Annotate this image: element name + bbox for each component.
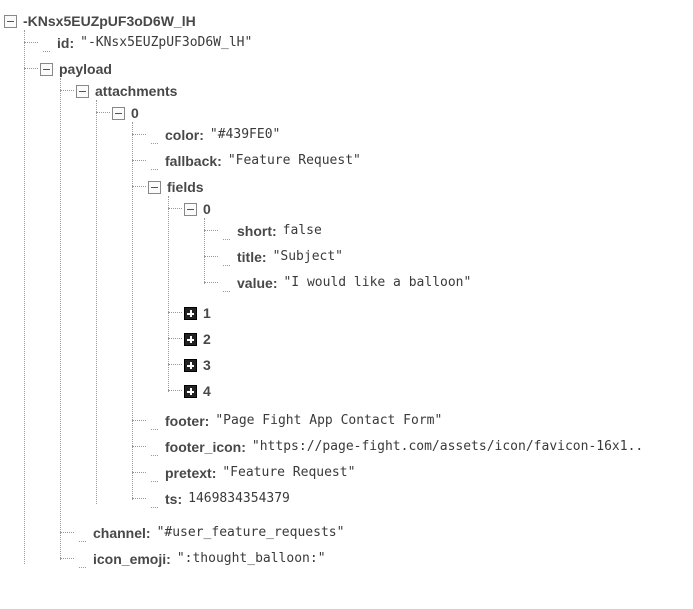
collapse-toggle[interactable] [40,63,53,76]
node-key-field3[interactable]: 3 [203,356,211,374]
node-key-footer-icon[interactable]: footer_icon [165,438,241,456]
collapse-toggle[interactable] [4,15,17,28]
node-value-value: "I would like a balloon" [283,274,471,292]
node-key-id[interactable]: id [57,34,69,52]
node-key-field4[interactable]: 4 [203,382,211,400]
expand-toggle[interactable] [184,333,197,346]
node-key-field0[interactable]: 0 [203,200,211,218]
node-value-footer: "Page Fight App Contact Form" [215,412,442,430]
node-value-pretext: "Feature Request" [222,464,355,482]
node-value-fallback: "Feature Request" [228,152,361,170]
node-key-footer[interactable]: footer [165,412,205,430]
node-key-channel[interactable]: channel [93,524,146,542]
node-key-field1[interactable]: 1 [203,304,211,322]
node-key-fallback[interactable]: fallback [165,152,217,170]
node-key-ts[interactable]: ts [165,490,177,508]
node-key-payload[interactable]: payload [59,60,112,78]
node-key-att0[interactable]: 0 [131,104,139,122]
node-key-short[interactable]: short [237,222,272,240]
node-key-value[interactable]: value [237,274,273,292]
node-value-title: "Subject" [273,248,343,266]
node-key-root[interactable]: -KNsx5EUZpUF3oD6W_lH [23,12,196,30]
node-key-title[interactable]: title [237,248,262,266]
node-value-footer-icon: "https://page-fight.com/assets/icon/favi… [252,438,643,456]
node-value-short: false [283,222,322,240]
node-value-ts: 1469834354379 [188,490,290,508]
expand-toggle[interactable] [184,385,197,398]
node-key-pretext[interactable]: pretext [165,464,212,482]
node-value-icon-emoji: ":thought_balloon:" [177,550,326,568]
expand-toggle[interactable] [184,307,197,320]
node-value-id: "-KNsx5EUZpUF3oD6W_lH" [80,34,252,52]
collapse-toggle[interactable] [184,203,197,216]
node-key-icon-emoji[interactable]: icon_emoji [93,550,166,568]
node-key-fields[interactable]: fields [167,178,204,196]
expand-toggle[interactable] [184,359,197,372]
collapse-toggle[interactable] [148,181,161,194]
node-key-color[interactable]: color [165,126,199,144]
collapse-toggle[interactable] [112,107,125,120]
node-value-color: "#439FE0" [210,126,280,144]
node-value-channel: "#user_feature_requests" [157,524,345,542]
node-key-field2[interactable]: 2 [203,330,211,348]
collapse-toggle[interactable] [76,85,89,98]
node-key-attachments[interactable]: attachments [95,82,177,100]
